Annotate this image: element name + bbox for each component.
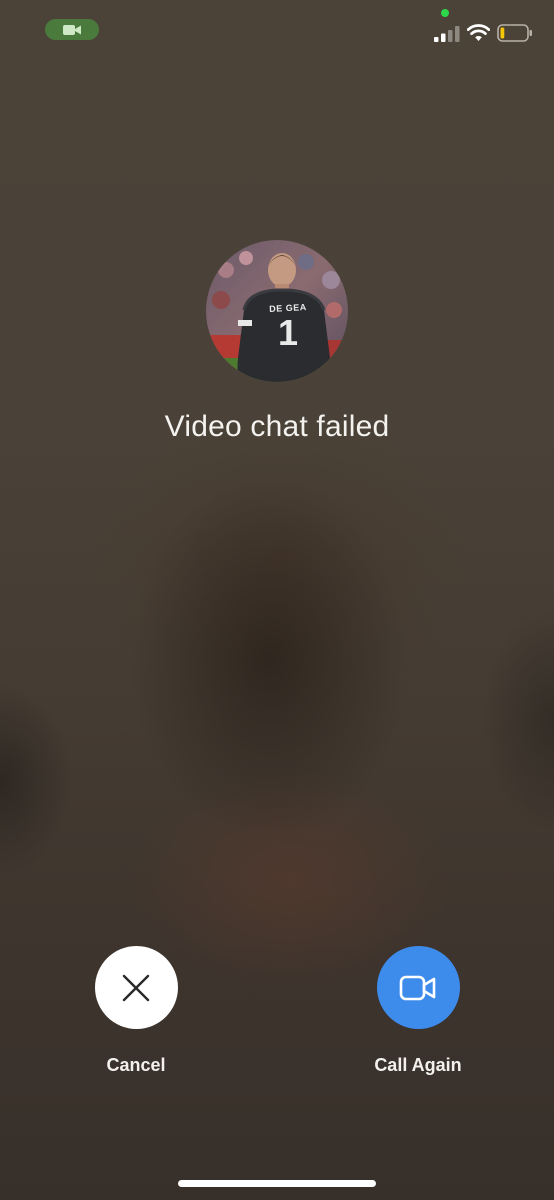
video-camera-icon bbox=[399, 975, 436, 1000]
battery-low-icon bbox=[497, 24, 532, 42]
cellular-signal-icon bbox=[434, 26, 460, 42]
call-again-action: Call Again bbox=[338, 946, 498, 1076]
call-again-button[interactable] bbox=[376, 946, 460, 1029]
status-bar bbox=[0, 0, 554, 60]
cancel-button[interactable] bbox=[94, 946, 178, 1029]
home-indicator[interactable] bbox=[178, 1180, 376, 1187]
call-status-text: Video chat failed bbox=[164, 410, 390, 443]
video-camera-icon bbox=[63, 24, 81, 35]
contact-avatar: DE GEA 1 bbox=[206, 240, 348, 382]
jersey-number: 1 bbox=[277, 312, 299, 353]
wifi-icon bbox=[467, 24, 490, 41]
close-icon bbox=[122, 974, 150, 1001]
call-again-label: Call Again bbox=[374, 1055, 462, 1075]
cancel-action: Cancel bbox=[56, 946, 216, 1076]
camera-in-use-indicator[interactable] bbox=[45, 19, 99, 40]
privacy-indicator-dot bbox=[441, 9, 449, 17]
cancel-label: Cancel bbox=[106, 1055, 166, 1075]
